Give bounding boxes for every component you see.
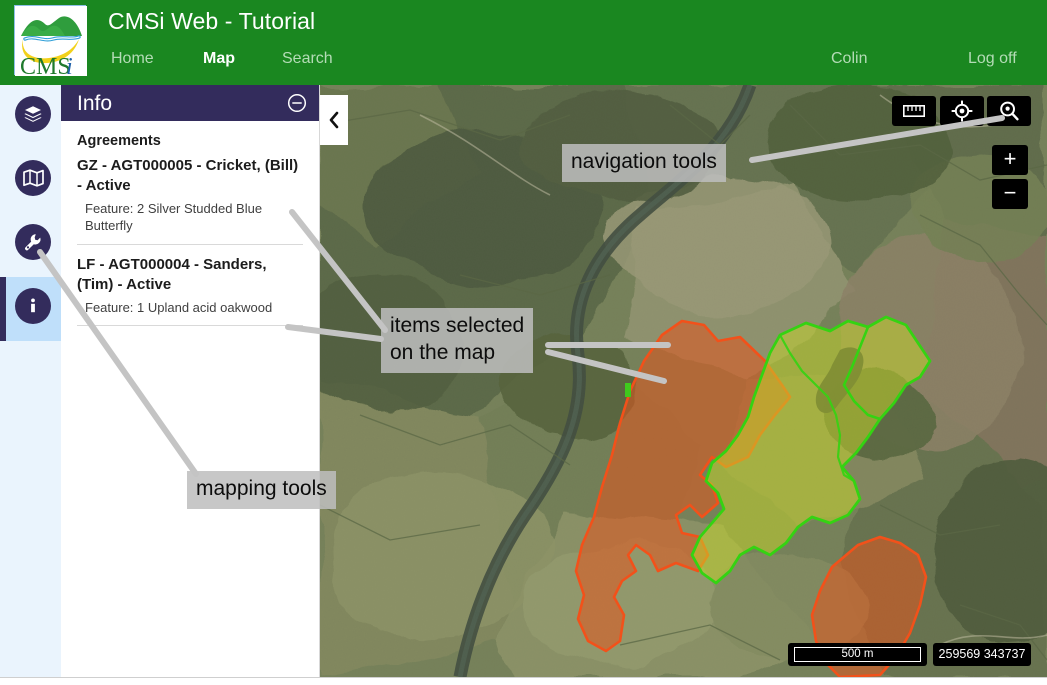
list-item[interactable]: LF - AGT000004 - Sanders, (Tim) - Active… <box>77 255 303 327</box>
info-panel-header: Info <box>61 85 319 121</box>
magnifier-pin-icon <box>1000 101 1019 121</box>
agreement-feature: Feature: 1 Upland acid oakwood <box>85 299 273 315</box>
agreement-title[interactable]: GZ - AGT000005 - Cricket, (Bill) - Activ… <box>77 156 303 196</box>
agreements-heading: Agreements <box>77 133 161 149</box>
wrench-icon-wrap <box>15 224 51 260</box>
ruler-icon <box>903 105 925 117</box>
zoom-controls[interactable]: + − <box>992 145 1028 209</box>
sidebar-item-layers[interactable] <box>0 85 61 149</box>
scale-bar: 500 m <box>788 643 927 666</box>
agreement-feature: Feature: 2 Silver Studded Blue Butterfly <box>85 200 263 234</box>
map-icon <box>22 169 44 187</box>
nav-item-search[interactable]: Search <box>282 50 333 68</box>
minus-circle-icon[interactable] <box>287 93 307 113</box>
logo[interactable]: CMS i <box>14 5 87 76</box>
zoom-out-button[interactable]: − <box>992 179 1028 209</box>
agreement-title[interactable]: LF - AGT000004 - Sanders, (Tim) - Active <box>77 255 303 295</box>
application-window: + − 500 m 259569 343737 Info Agreements … <box>0 0 1047 685</box>
zoom-in-button[interactable]: + <box>992 145 1028 175</box>
list-item[interactable]: GZ - AGT000005 - Cricket, (Bill) - Activ… <box>77 156 303 245</box>
nav-item-logoff[interactable]: Log off <box>968 50 1017 68</box>
panel-collapse-tab[interactable] <box>320 95 348 145</box>
annotation-mapping-tools: mapping tools <box>187 471 336 509</box>
wrench-icon <box>25 234 41 251</box>
nav-item-home[interactable]: Home <box>111 50 154 68</box>
info-panel-title: Info <box>77 92 113 115</box>
coordinate-readout: 259569 343737 <box>933 643 1031 666</box>
annotation-items-selected: items selected on the map <box>381 308 534 373</box>
scale-bar-label: 500 m <box>794 647 921 662</box>
chevron-left-icon <box>329 111 339 129</box>
nav-item-user[interactable]: Colin <box>831 50 867 68</box>
info-icon-wrap <box>15 288 51 324</box>
sidebar-item-basemap[interactable] <box>0 149 61 213</box>
measure-tool-button[interactable] <box>892 96 936 126</box>
window-bottom-edge <box>0 677 1047 685</box>
sidebar-item-tools[interactable] <box>0 213 61 277</box>
info-panel-body: Agreements GZ - AGT000005 - Cricket, (Bi… <box>61 121 319 327</box>
app-header: CMS i CMSi Web - Tutorial Home Map Searc… <box>0 0 1047 85</box>
info-icon <box>31 298 35 313</box>
layers-icon <box>24 106 42 122</box>
search-tool-button[interactable] <box>987 96 1031 126</box>
minus-circle-glyph <box>287 93 307 113</box>
layers-icon-wrap <box>15 96 51 132</box>
tool-rail <box>0 85 61 677</box>
page-title: CMSi Web - Tutorial <box>108 8 316 34</box>
svg-text:CMS: CMS <box>20 54 71 76</box>
nav-item-map[interactable]: Map <box>203 50 235 68</box>
sidebar-item-info[interactable] <box>0 277 61 341</box>
crosshair-icon <box>951 100 973 122</box>
cmsi-logo-icon: CMS i <box>15 6 87 76</box>
map-icon-wrap <box>15 160 51 196</box>
svg-text:i: i <box>66 54 73 76</box>
annotation-navigation-tools: navigation tools <box>562 144 726 182</box>
info-panel: Info Agreements GZ - AGT000005 - Cricket… <box>61 85 320 677</box>
locate-tool-button[interactable] <box>940 96 984 126</box>
